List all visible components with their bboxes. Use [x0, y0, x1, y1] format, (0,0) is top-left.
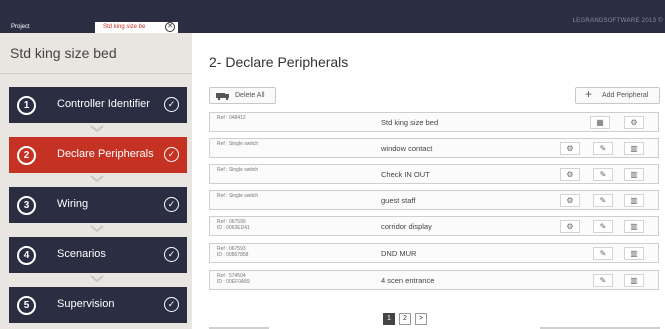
row-ref: Ref : 067590 ID : 0063ED41 — [217, 219, 250, 231]
step-number: 1 — [17, 96, 36, 115]
close-icon[interactable]: ✕ — [165, 22, 175, 32]
tab-project[interactable]: Project — [3, 22, 91, 33]
row-name: corridor display — [381, 222, 432, 231]
pencil-icon[interactable]: ✎ — [593, 274, 613, 287]
sidebar: Std king size bed 1 Controller Identifie… — [0, 33, 192, 329]
trash-icon[interactable]: ▥ — [624, 194, 644, 207]
step-label: Wiring — [57, 198, 89, 210]
step-label: Declare Peripherals — [57, 148, 154, 160]
step-number: 4 — [17, 246, 36, 265]
step-label: Controller Identifier — [57, 98, 150, 110]
row-ref: Ref : 067593 ID : 00867858 — [217, 246, 249, 258]
pencil-icon[interactable]: ✎ — [593, 168, 613, 181]
step-supervision[interactable]: 5 Supervision ✓ — [9, 287, 187, 323]
gear-icon[interactable]: ⚙ — [560, 194, 580, 207]
check-icon: ✓ — [164, 297, 179, 312]
pencil-icon[interactable]: ✎ — [593, 194, 613, 207]
chevron-down-icon — [90, 275, 104, 283]
table-row[interactable]: Ref : Single switch window contact ⚙ ✎ ▥ — [209, 138, 659, 158]
row-name: 4 scen entrance — [381, 276, 435, 285]
next-page-button[interactable]: > — [415, 313, 427, 325]
table-row[interactable]: Ref : 067593 ID : 00867858 DND MUR ✎ ▥ — [209, 243, 659, 263]
page-2-button[interactable]: 2 — [399, 313, 411, 325]
chevron-down-icon — [90, 175, 104, 183]
step-number: 2 — [17, 146, 36, 165]
row-name: guest staff — [381, 196, 416, 205]
row-ref: Ref : Single switch — [217, 193, 259, 199]
gear-icon[interactable]: ⚙ — [560, 168, 580, 181]
row-name: DND MUR — [381, 249, 417, 258]
step-label: Scenarios — [57, 248, 106, 260]
delete-all-button[interactable]: Delete All — [209, 87, 276, 104]
trash-icon[interactable]: ▥ — [624, 142, 644, 155]
page-title: 2- Declare Peripherals — [209, 54, 349, 70]
add-peripheral-label: Add Peripheral — [602, 92, 649, 99]
grid-icon[interactable]: ▦ — [590, 116, 610, 129]
pencil-icon[interactable]: ✎ — [593, 220, 613, 233]
row-name: Check IN OUT — [381, 170, 430, 179]
table-row[interactable]: Ref : 574504 ID : 00EF0A89 4 scen entranc… — [209, 270, 659, 290]
gear-icon[interactable]: ⚙ — [560, 142, 580, 155]
trash-icon[interactable]: ▥ — [624, 168, 644, 181]
top-bar: Project Std king size be ✕ LEGRANDSOFTWA… — [0, 0, 665, 33]
gear-icon[interactable]: ⚙ — [624, 116, 644, 129]
page-1-button[interactable]: 1 — [383, 313, 395, 325]
step-wiring[interactable]: 3 Wiring ✓ — [9, 187, 187, 223]
pencil-icon[interactable]: ✎ — [593, 142, 613, 155]
divider — [0, 73, 192, 74]
row-name: window contact — [381, 144, 433, 153]
trash-icon[interactable]: ▥ — [624, 220, 644, 233]
tab-label: Std king size be — [103, 24, 146, 30]
row-ref: Ref : 574504 ID : 00EF0A89 — [217, 273, 250, 285]
trash-icon[interactable]: ▥ — [624, 274, 644, 287]
tab-std-king-size-bed[interactable]: Std king size be ✕ — [95, 22, 178, 33]
table-row[interactable]: Ref : 048412 Std king size bed ▦ ⚙ — [209, 112, 659, 132]
table-row[interactable]: Ref : Single switch guest staff ⚙ ✎ ▥ — [209, 190, 659, 210]
row-name: Std king size bed — [381, 118, 439, 127]
check-icon: ✓ — [164, 147, 179, 162]
plus-icon: + — [585, 87, 593, 101]
table-row[interactable]: Ref : 067590 ID : 0063ED41 corridor displ… — [209, 216, 659, 236]
brand-label: LEGRANDSOFTWARE 2013 © — [572, 18, 663, 24]
row-ref: Ref : 048412 — [217, 115, 246, 121]
trash-icon[interactable]: ▥ — [624, 247, 644, 260]
check-icon: ✓ — [164, 97, 179, 112]
check-icon: ✓ — [164, 247, 179, 262]
table-row[interactable]: Ref : Single switch Check IN OUT ⚙ ✎ ▥ — [209, 164, 659, 184]
step-declare-peripherals[interactable]: 2 Declare Peripherals ✓ — [9, 137, 187, 173]
step-controller-identifier[interactable]: 1 Controller Identifier ✓ — [9, 87, 187, 123]
chevron-down-icon — [90, 225, 104, 233]
row-ref: Ref : Single switch — [217, 167, 259, 173]
gear-icon[interactable]: ⚙ — [560, 220, 580, 233]
step-number: 5 — [17, 296, 36, 315]
pencil-icon[interactable]: ✎ — [593, 247, 613, 260]
step-label: Supervision — [57, 298, 115, 310]
add-peripheral-button[interactable]: + Add Peripheral — [575, 87, 660, 104]
step-scenarios[interactable]: 4 Scenarios ✓ — [9, 237, 187, 273]
sidebar-title: Std king size bed — [10, 45, 117, 61]
step-number: 3 — [17, 196, 36, 215]
row-ref: Ref : Single switch — [217, 141, 259, 147]
truck-icon — [216, 93, 229, 100]
chevron-down-icon — [90, 125, 104, 133]
delete-all-label: Delete All — [235, 92, 265, 99]
check-icon: ✓ — [164, 197, 179, 212]
